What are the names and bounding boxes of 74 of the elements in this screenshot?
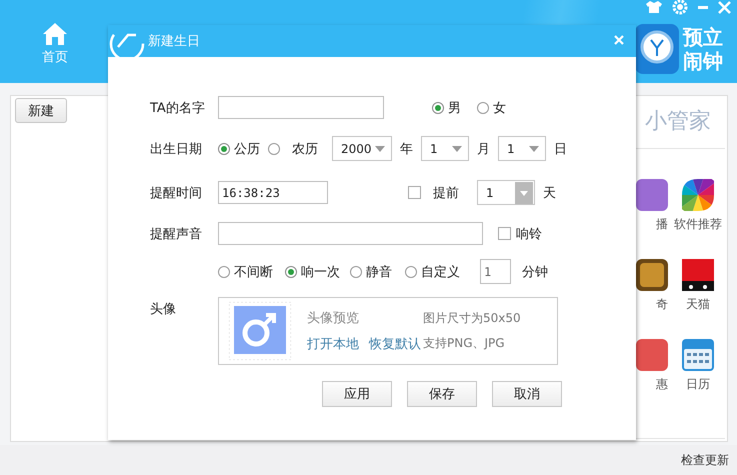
checkbox[interactable] (408, 186, 421, 199)
app-label[interactable]: 日历 (686, 376, 710, 393)
minutes-input-field[interactable]: 1 (480, 259, 511, 284)
radio-label[interactable]: 女 (493, 98, 506, 116)
app-label[interactable]: 软件推荐 (674, 216, 722, 233)
radio-label[interactable]: 农历 (292, 140, 318, 158)
field-label: 出生日期 (150, 140, 203, 158)
unit-label: 分钟 (522, 264, 548, 280)
app-label[interactable]: 天猫 (686, 296, 710, 313)
caret-icon (515, 182, 533, 204)
caret-icon (452, 146, 462, 152)
radio-label[interactable]: 不间断 (234, 262, 273, 280)
link[interactable]: 打开本地 (307, 335, 359, 353)
radio-label[interactable]: 自定义 (421, 262, 460, 280)
caret-icon (375, 146, 385, 152)
cat-face-icon (682, 259, 714, 291)
time-input-field[interactable]: 16:38:23 (218, 181, 328, 204)
sound-input-field[interactable] (218, 222, 483, 245)
home-icon (42, 22, 68, 46)
logo-text: 预立 闹钟 (683, 25, 723, 73)
app-label[interactable]: 播 (656, 216, 668, 233)
caret-icon (529, 146, 539, 152)
minimize-icon (698, 6, 708, 8)
dropdown[interactable]: 2000 (332, 136, 392, 161)
cancel-button[interactable]: 取消 (492, 381, 562, 407)
radio-button[interactable] (432, 102, 444, 114)
male-symbol-icon (229, 302, 291, 360)
panel-title: 小管家 (645, 108, 711, 136)
shirt-icon (646, 1, 662, 13)
radio-button[interactable] (477, 102, 489, 114)
radio-button[interactable] (285, 266, 297, 278)
radio-button[interactable] (350, 266, 362, 278)
hint-text: 支持PNG、JPG (423, 335, 506, 352)
close-icon[interactable] (614, 35, 624, 45)
preview-label: 头像预览 (307, 310, 360, 327)
radio-label[interactable]: 静音 (366, 262, 392, 280)
app-icon (636, 179, 668, 211)
unit-label: 日 (554, 140, 567, 158)
new-button[interactable]: 新建 (15, 98, 67, 123)
dialog-title: 新建生日 (148, 33, 200, 50)
dropdown[interactable]: 1 (421, 136, 469, 161)
app-icon (636, 259, 668, 291)
name-input-field[interactable] (218, 96, 384, 119)
dropdown[interactable]: 1 (498, 136, 546, 161)
color-wheel-icon (682, 179, 714, 211)
settings-icon (672, 0, 688, 15)
radio-button[interactable] (218, 266, 230, 278)
field-label: 提醒时间 (150, 184, 203, 202)
radio-button[interactable] (218, 142, 230, 154)
field-label: 头像 (150, 301, 177, 318)
app-label[interactable]: 惠 (656, 376, 668, 393)
radio-button[interactable] (405, 266, 417, 278)
save-button[interactable]: 保存 (407, 381, 477, 407)
close-icon (718, 0, 731, 14)
check-update-link[interactable]: 检查更新 (681, 452, 729, 468)
app-icon (636, 339, 668, 371)
radio-label[interactable]: 公历 (234, 140, 260, 158)
app-label[interactable]: 奇 (656, 296, 668, 313)
dropdown[interactable]: 1 (477, 180, 535, 205)
radio-label[interactable]: 响一次 (301, 262, 340, 280)
calendar-icon (682, 339, 714, 371)
radio-button[interactable] (268, 142, 280, 154)
checkbox-label[interactable]: 提前 (433, 184, 459, 202)
unit-label: 天 (543, 184, 556, 202)
checkbox[interactable] (498, 227, 511, 240)
field-label: TA的名字 (150, 100, 206, 116)
link[interactable]: 恢复默认 (369, 335, 421, 353)
hint-text: 图片尺寸为50x50 (423, 310, 521, 327)
checkbox-label[interactable]: 响铃 (516, 224, 542, 242)
unit-label: 年 (400, 140, 413, 158)
field-label: 提醒声音 (150, 226, 203, 242)
apply-button[interactable]: 应用 (322, 381, 392, 407)
unit-label: 月 (477, 140, 490, 158)
radio-label[interactable]: 男 (448, 98, 461, 116)
